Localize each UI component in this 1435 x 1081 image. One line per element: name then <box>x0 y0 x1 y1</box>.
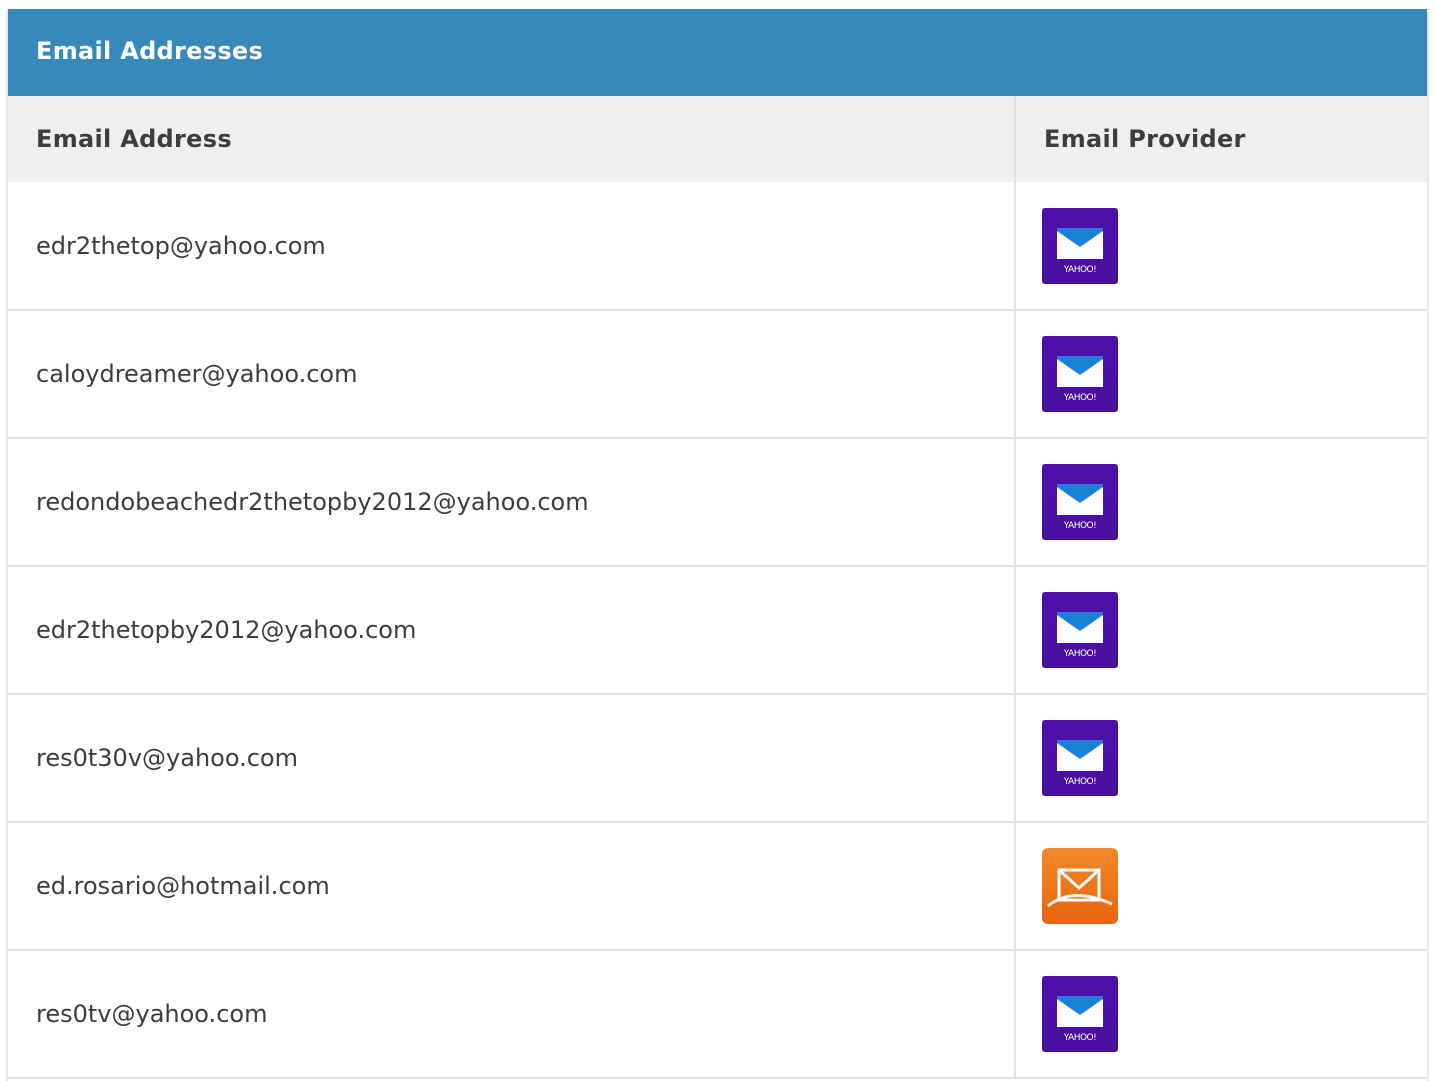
yahoo-mail-icon: YAHOO! <box>1042 720 1118 796</box>
yahoo-mail-icon: YAHOO! <box>1042 592 1118 668</box>
svg-text:YAHOO!: YAHOO! <box>1063 265 1097 275</box>
table-row: res0tv@yahoo.com YAHOO! <box>8 950 1427 1078</box>
svg-text:YAHOO!: YAHOO! <box>1063 649 1097 659</box>
svg-text:YAHOO!: YAHOO! <box>1063 777 1097 787</box>
email-address-cell: res0tv@yahoo.com <box>36 1000 268 1028</box>
table-row: redondobeachedr2thetopby2012@yahoo.com Y… <box>8 438 1427 566</box>
email-address-cell: edr2thetop@yahoo.com <box>36 231 326 260</box>
yahoo-mail-icon: YAHOO! <box>1042 464 1118 540</box>
email-address-cell: res0t30v@yahoo.com <box>36 744 298 772</box>
email-provider-cell: YAHOO! <box>1014 566 1427 694</box>
email-address-cell: ed.rosario@hotmail.com <box>36 872 330 900</box>
panel-header: Email Addresses <box>8 9 1427 96</box>
email-address-cell: caloydreamer@yahoo.com <box>36 360 358 388</box>
email-addresses-panel: Email Addresses Email Address Email Prov… <box>6 9 1429 1081</box>
email-address-cell: edr2thetopby2012@yahoo.com <box>36 616 417 644</box>
panel-title: Email Addresses <box>36 37 264 65</box>
yahoo-mail-icon: YAHOO! <box>1042 336 1118 412</box>
email-provider-cell: YAHOO! <box>1014 182 1427 310</box>
email-address-cell: redondobeachedr2thetopby2012@yahoo.com <box>36 488 589 516</box>
table-row: edr2thetop@yahoo.com YAHOO! <box>8 182 1427 310</box>
email-provider-cell <box>1014 822 1427 950</box>
email-table: Email Address Email Provider edr2thetop@… <box>8 96 1427 1079</box>
table-header-row: Email Address Email Provider <box>8 96 1427 182</box>
svg-text:YAHOO!: YAHOO! <box>1063 1033 1097 1043</box>
table-row: edr2thetopby2012@yahoo.com YAHOO! <box>8 566 1427 694</box>
hotmail-icon <box>1042 848 1118 924</box>
svg-text:YAHOO!: YAHOO! <box>1063 393 1097 403</box>
svg-text:YAHOO!: YAHOO! <box>1063 521 1097 531</box>
table-row: res0t30v@yahoo.com YAHOO! <box>8 694 1427 822</box>
column-header-provider: Email Provider <box>1014 96 1427 182</box>
column-header-email: Email Address <box>36 125 232 153</box>
yahoo-mail-icon: YAHOO! <box>1042 207 1118 284</box>
email-provider-cell: YAHOO! <box>1014 694 1427 822</box>
email-provider-cell: YAHOO! <box>1014 310 1427 438</box>
yahoo-mail-icon: YAHOO! <box>1042 976 1118 1052</box>
email-provider-cell: YAHOO! <box>1014 438 1427 566</box>
table-row: caloydreamer@yahoo.com YAHOO! <box>8 310 1427 438</box>
email-provider-cell: YAHOO! <box>1014 950 1427 1078</box>
table-row: ed.rosario@hotmail.com <box>8 822 1427 950</box>
